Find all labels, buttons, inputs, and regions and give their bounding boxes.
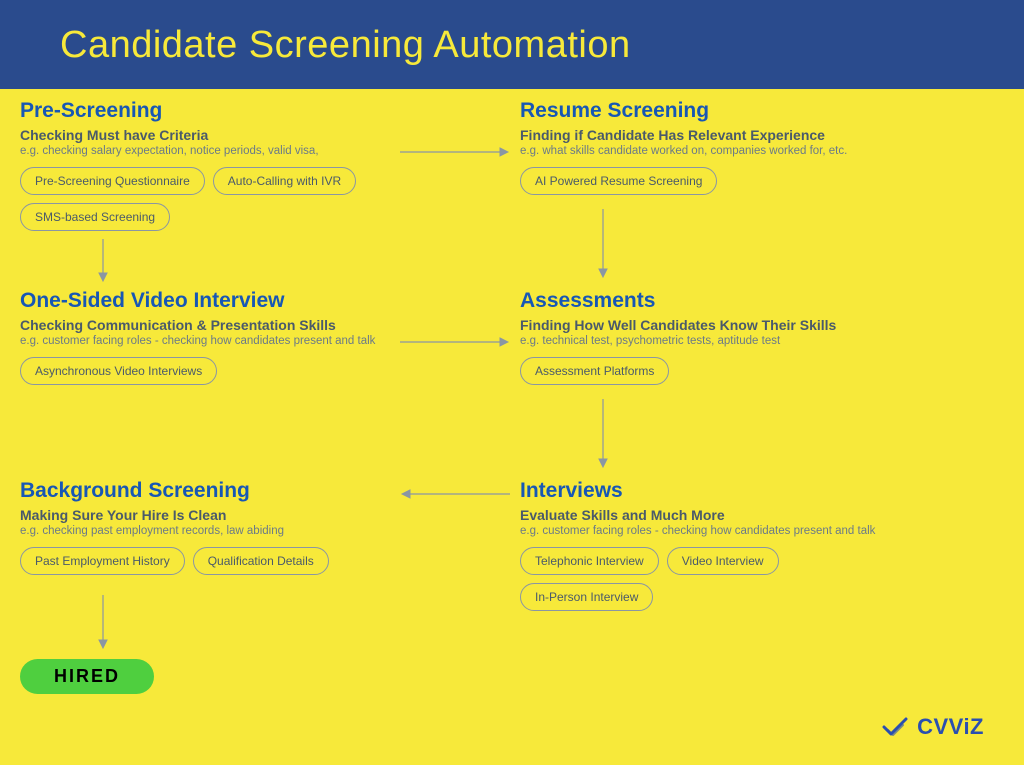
node-subtitle: Finding How Well Candidates Know Their S… bbox=[520, 317, 910, 333]
pill-group: Past Employment History Qualification De… bbox=[20, 547, 410, 575]
node-title: Background Screening bbox=[20, 479, 410, 503]
pill-group: Assessment Platforms bbox=[520, 357, 910, 385]
node-subtitle: Finding if Candidate Has Relevant Experi… bbox=[520, 127, 910, 143]
node-title: Pre-Screening bbox=[20, 99, 410, 123]
hired-badge: HIRED bbox=[20, 659, 154, 694]
hired-badge-wrap: HIRED bbox=[20, 659, 154, 694]
pill: In-Person Interview bbox=[520, 583, 653, 611]
pill: Assessment Platforms bbox=[520, 357, 669, 385]
pill: Auto-Calling with IVR bbox=[213, 167, 356, 195]
pill: Pre-Screening Questionnaire bbox=[20, 167, 205, 195]
pill: Qualification Details bbox=[193, 547, 329, 575]
node-subtitle: Checking Must have Criteria bbox=[20, 127, 410, 143]
arrow-down-icon bbox=[96, 239, 110, 283]
pill: Telephonic Interview bbox=[520, 547, 659, 575]
node-example: e.g. what skills candidate worked on, co… bbox=[520, 145, 910, 157]
pill-group: Pre-Screening Questionnaire Auto-Calling… bbox=[20, 167, 410, 231]
node-subtitle: Checking Communication & Presentation Sk… bbox=[20, 317, 410, 333]
node-title: Interviews bbox=[520, 479, 910, 503]
diagram-page: Candidate Screening Automation Pre-Scree… bbox=[0, 0, 1024, 765]
arrow-right-icon bbox=[400, 335, 510, 349]
pill: Video Interview bbox=[667, 547, 779, 575]
node-interviews: Interviews Evaluate Skills and Much More… bbox=[520, 479, 910, 611]
node-background-screening: Background Screening Making Sure Your Hi… bbox=[20, 479, 410, 575]
pill: Past Employment History bbox=[20, 547, 185, 575]
pill-group: Telephonic Interview Video Interview In-… bbox=[520, 547, 910, 611]
pill: AI Powered Resume Screening bbox=[520, 167, 717, 195]
arrow-left-icon bbox=[400, 487, 510, 501]
node-example: e.g. customer facing roles - checking ho… bbox=[520, 525, 910, 537]
pill: SMS-based Screening bbox=[20, 203, 170, 231]
arrow-down-icon bbox=[596, 209, 610, 279]
flow-canvas: Pre-Screening Checking Must have Criteri… bbox=[0, 89, 1024, 765]
pill-group: AI Powered Resume Screening bbox=[520, 167, 910, 195]
node-title: Assessments bbox=[520, 289, 910, 313]
brand-logo: CVViZ bbox=[881, 713, 984, 741]
page-title: Candidate Screening Automation bbox=[0, 0, 1024, 89]
node-assessments: Assessments Finding How Well Candidates … bbox=[520, 289, 910, 385]
arrow-down-icon bbox=[96, 595, 110, 650]
node-pre-screening: Pre-Screening Checking Must have Criteri… bbox=[20, 99, 410, 231]
logo-text: CVViZ bbox=[917, 714, 984, 740]
node-example: e.g. checking past employment records, l… bbox=[20, 525, 410, 537]
node-resume-screening: Resume Screening Finding if Candidate Ha… bbox=[520, 99, 910, 195]
node-example: e.g. customer facing roles - checking ho… bbox=[20, 335, 410, 347]
node-subtitle: Making Sure Your Hire Is Clean bbox=[20, 507, 410, 523]
pill-group: Asynchronous Video Interviews bbox=[20, 357, 410, 385]
node-subtitle: Evaluate Skills and Much More bbox=[520, 507, 910, 523]
arrow-right-icon bbox=[400, 145, 510, 159]
logo-mark-icon bbox=[881, 713, 909, 741]
arrow-down-icon bbox=[596, 399, 610, 469]
node-example: e.g. checking salary expectation, notice… bbox=[20, 145, 410, 157]
node-title: Resume Screening bbox=[520, 99, 910, 123]
node-video-interview: One-Sided Video Interview Checking Commu… bbox=[20, 289, 410, 385]
node-title: One-Sided Video Interview bbox=[20, 289, 410, 313]
node-example: e.g. technical test, psychometric tests,… bbox=[520, 335, 910, 347]
pill: Asynchronous Video Interviews bbox=[20, 357, 217, 385]
